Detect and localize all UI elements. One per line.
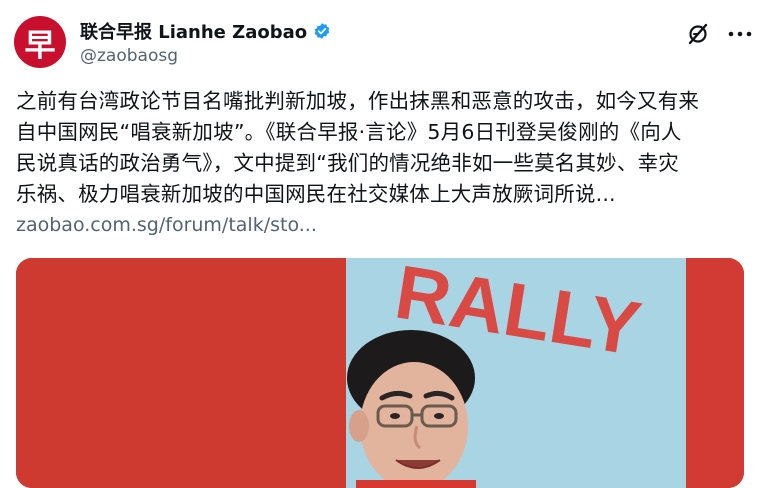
tweet-media-image[interactable]: RALLY [16, 258, 744, 488]
tweet-text-line: 自中国网民“唱衰新加坡”。《联合早报·言论》5月6日刊登吴俊刚的《向人 [16, 120, 682, 144]
media-photo: RALLY [16, 258, 744, 488]
author-handle[interactable]: @zaobaosg [80, 46, 178, 66]
tweet-text: 之前有台湾政论节目名嘴批判新加坡，作出抹黑和恶意的攻击，如今又有来 自中国网民“… [16, 86, 752, 210]
article-link[interactable]: zaobao.com.sg/forum/talk/sto... [16, 214, 317, 236]
grok-icon[interactable] [686, 22, 710, 46]
avatar-glyph: 早 [24, 27, 56, 64]
author-name-row[interactable]: 联合早报 Lianhe Zaobao [80, 18, 331, 44]
more-icon[interactable] [728, 22, 752, 46]
tweet-text-line: 之前有台湾政论节目名嘴批判新加坡，作出抹黑和恶意的攻击，如今又有来 [16, 89, 700, 113]
author-avatar[interactable]: 早 [14, 16, 66, 68]
author-display-name[interactable]: 联合早报 Lianhe Zaobao [80, 18, 307, 44]
tweet-text-line: 民说真话的政治勇气》，文中提到“我们的情况绝非如一些莫名其妙、幸灾 [16, 151, 679, 175]
tweet-post: 早 联合早报 Lianhe Zaobao @zaobaosg 之前有台湾政论节目… [0, 0, 760, 488]
tweet-text-line: 乐祸、极力唱衰新加坡的中国网民在社交媒体上大声放厥词所说... [16, 182, 616, 206]
verified-badge-icon [313, 22, 331, 40]
